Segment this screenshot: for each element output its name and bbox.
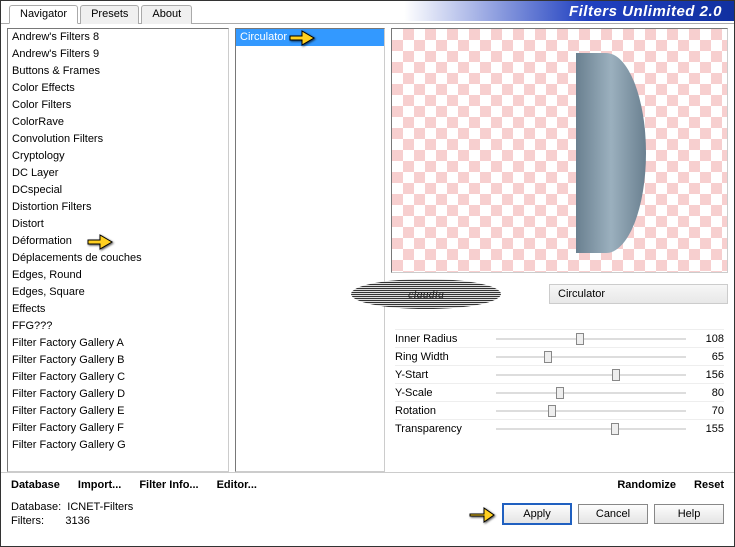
slider-label: Rotation: [395, 405, 490, 417]
slider-label: Transparency: [395, 423, 490, 435]
category-item[interactable]: ColorRave: [8, 114, 228, 131]
slider-thumb[interactable]: [612, 369, 620, 381]
slider-value: 156: [692, 369, 724, 381]
slider-value: 80: [692, 387, 724, 399]
tab-presets[interactable]: Presets: [80, 5, 139, 24]
slider-thumb[interactable]: [548, 405, 556, 417]
slider-thumb[interactable]: [576, 333, 584, 345]
db-value: ICNET-Filters: [67, 501, 133, 513]
category-item[interactable]: Filter Factory Gallery B: [8, 352, 228, 369]
category-item[interactable]: DC Layer: [8, 165, 228, 182]
slider-track[interactable]: [496, 356, 686, 358]
category-item[interactable]: Effects: [8, 301, 228, 318]
slider-value: 155: [692, 423, 724, 435]
db-label: Database:: [11, 501, 61, 513]
category-item[interactable]: Andrew's Filters 8: [8, 29, 228, 46]
slider-group: Inner Radius108Ring Width65Y-Start156Y-S…: [391, 329, 728, 437]
category-item[interactable]: Filter Factory Gallery D: [8, 386, 228, 403]
category-item[interactable]: DCspecial: [8, 182, 228, 199]
preview-effect-shape: [576, 53, 646, 253]
category-item[interactable]: Convolution Filters: [8, 131, 228, 148]
reset-button[interactable]: Reset: [694, 479, 724, 491]
editor-button[interactable]: Editor...: [217, 479, 257, 491]
help-button[interactable]: Help: [654, 504, 724, 524]
tab-navigator[interactable]: Navigator: [9, 5, 78, 24]
category-item[interactable]: Distortion Filters: [8, 199, 228, 216]
slider-track[interactable]: [496, 410, 686, 412]
slider-track[interactable]: [496, 338, 686, 340]
slider-value: 65: [692, 351, 724, 363]
database-button[interactable]: Database: [11, 479, 60, 491]
toolbar: Database Import... Filter Info... Editor…: [1, 472, 734, 497]
category-item[interactable]: Edges, Square: [8, 284, 228, 301]
category-item[interactable]: Filter Factory Gallery F: [8, 420, 228, 437]
slider-row: Transparency 155: [395, 419, 724, 437]
app-title: Filters Unlimited 2.0: [569, 3, 722, 20]
slider-thumb[interactable]: [544, 351, 552, 363]
category-item[interactable]: Déformation: [8, 233, 228, 250]
slider-track[interactable]: [496, 428, 686, 430]
slider-thumb[interactable]: [556, 387, 564, 399]
slider-label: Y-Scale: [395, 387, 490, 399]
filters-count-label: Filters:: [11, 515, 44, 527]
apply-button[interactable]: Apply: [502, 503, 572, 525]
filters-count-value: 3136: [65, 515, 89, 527]
category-item[interactable]: Edges, Round: [8, 267, 228, 284]
status-text: Database: ICNET-Filters Filters: 3136: [11, 500, 133, 528]
slider-thumb[interactable]: [611, 423, 619, 435]
filter-info-button[interactable]: Filter Info...: [139, 479, 198, 491]
pointer-icon: [86, 231, 114, 251]
pointer-icon: [468, 504, 496, 524]
filter-list[interactable]: Circulator: [235, 28, 385, 472]
watermark-badge: claudia: [351, 279, 501, 309]
slider-value: 70: [692, 405, 724, 417]
slider-row: Y-Start 156: [395, 365, 724, 383]
cancel-button[interactable]: Cancel: [578, 504, 648, 524]
category-item[interactable]: Color Effects: [8, 80, 228, 97]
category-item[interactable]: Filter Factory Gallery E: [8, 403, 228, 420]
slider-row: Y-Scale 80: [395, 383, 724, 401]
preview-image: [391, 28, 728, 273]
filter-title-row: claudia Circulator: [391, 279, 728, 309]
slider-row: Rotation 70: [395, 401, 724, 419]
category-item[interactable]: Filter Factory Gallery A: [8, 335, 228, 352]
pointer-icon: [288, 28, 316, 47]
preview-panel: claudia Circulator Inner Radius 108 Ring W…: [391, 28, 728, 472]
category-item[interactable]: Filter Factory Gallery G: [8, 437, 228, 454]
import-button[interactable]: Import...: [78, 479, 121, 491]
slider-track[interactable]: [496, 374, 686, 376]
dialog-buttons: Apply Cancel Help: [468, 503, 724, 525]
filter-item[interactable]: Circulator: [236, 29, 384, 46]
category-item[interactable]: Déplacements de couches: [8, 250, 228, 267]
status-bar: Database: ICNET-Filters Filters: 3136 Ap…: [1, 497, 734, 533]
category-item[interactable]: Andrew's Filters 9: [8, 46, 228, 63]
slider-label: Y-Start: [395, 369, 490, 381]
category-list[interactable]: Andrew's Filters 8Andrew's Filters 9Butt…: [7, 28, 229, 472]
slider-label: Inner Radius: [395, 333, 490, 345]
slider-label: Ring Width: [395, 351, 490, 363]
category-item[interactable]: Cryptology: [8, 148, 228, 165]
slider-value: 108: [692, 333, 724, 345]
main-area: Andrew's Filters 8Andrew's Filters 9Butt…: [1, 24, 734, 472]
slider-row: Inner Radius 108: [395, 329, 724, 347]
slider-track[interactable]: [496, 392, 686, 394]
randomize-button[interactable]: Randomize: [617, 479, 676, 491]
category-item[interactable]: Filter Factory Gallery C: [8, 369, 228, 386]
category-item[interactable]: Distort: [8, 216, 228, 233]
slider-row: Ring Width 65: [395, 347, 724, 365]
category-item[interactable]: FFG???: [8, 318, 228, 335]
category-item[interactable]: Buttons & Frames: [8, 63, 228, 80]
category-item[interactable]: Color Filters: [8, 97, 228, 114]
filter-title: Circulator: [549, 284, 728, 304]
tab-about[interactable]: About: [141, 5, 192, 24]
